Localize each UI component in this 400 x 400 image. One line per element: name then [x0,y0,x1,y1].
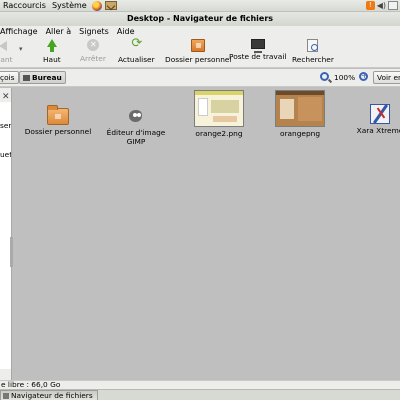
image-thumbnail [194,90,244,127]
back-arrow-icon [0,39,11,52]
location-bar: çois Bureau 100% Voir en [0,69,400,87]
up-button[interactable]: Haut [43,39,61,64]
sidebar-item[interactable]: uett [0,150,11,159]
home-folder-icon [191,39,206,52]
search-icon [307,39,319,52]
menu-raccourcis[interactable]: Raccourcis [0,0,49,11]
view-as-select[interactable]: Voir en [373,71,400,84]
window-titlebar[interactable]: Desktop - Navigateur de fichiers [0,12,400,26]
reload-icon [129,36,143,52]
desktop-icon [23,75,30,81]
stop-button[interactable]: Arrêter [80,39,106,63]
top-panel: Raccourcis Système ! ◀) [0,0,400,11]
menu-affichage[interactable]: Affichage [0,26,42,37]
file-item[interactable]: Dossier personnel [23,105,93,136]
file-name: Xara Xtreme [356,126,400,135]
home-label: Dossier personnel [165,55,232,64]
sidebar-panel: sers uett [0,102,13,369]
reload-label: Actualiser [118,55,155,64]
file-item[interactable]: orangepng [265,90,335,138]
breadcrumb-previous[interactable]: çois [0,71,19,84]
xara-icon [370,104,390,124]
back-button[interactable]: vant [0,39,13,64]
gimp-icon [126,106,146,126]
zoom-out-icon[interactable] [320,72,329,81]
file-name: orangepng [279,129,321,138]
file-item[interactable]: orange2.png [184,90,254,138]
search-label: Rechercher [292,55,334,64]
file-item[interactable]: Éditeur d'image GIMP [101,106,171,146]
volume-icon[interactable]: ◀) [377,1,386,10]
menubar: Affichage Aller à Signets Aide [0,26,400,37]
toolbar: vant ▾ Haut Arrêter Actualiser Dossier p… [0,36,400,68]
menu-systeme[interactable]: Système [49,0,90,11]
zoom-level[interactable]: 100% [334,73,355,82]
menu-signets[interactable]: Signets [75,26,113,37]
taskbar: Navigateur de fichiers [0,389,400,400]
up-arrow-icon [45,39,59,52]
file-name: orange2.png [195,129,243,138]
folder-icon [47,105,69,125]
file-manager-icon [3,393,9,399]
file-view: Dossier personnel Éditeur d'image GIMP o… [13,88,400,380]
file-item[interactable]: Xara Xtreme [345,104,400,135]
status-bar: e libre : 66,0 Go [0,380,400,389]
stop-label: Arrêter [80,54,106,63]
search-button[interactable]: Rechercher [292,39,334,64]
back-label: vant [0,55,13,64]
close-sidebar-icon[interactable]: ✕ [2,92,10,102]
home-button[interactable]: Dossier personnel [165,39,232,64]
breadcrumb-current-label: Bureau [32,73,62,82]
taskbar-window-button[interactable]: Navigateur de fichiers [0,390,98,400]
update-notifier-icon[interactable]: ! [365,1,375,10]
file-name: Dossier personnel [24,127,92,136]
mail-icon[interactable] [104,1,117,10]
taskbar-window-label: Navigateur de fichiers [11,391,93,400]
image-thumbnail [275,90,325,127]
computer-label: Poste de travail [229,52,287,61]
zoom-in-icon[interactable] [359,71,368,81]
firefox-icon[interactable] [91,0,102,11]
breadcrumb-current[interactable]: Bureau [19,71,66,84]
stop-icon [86,39,99,51]
reload-button[interactable]: Actualiser [118,36,155,64]
workspace-icon[interactable] [388,1,398,10]
file-name: Éditeur d'image GIMP [106,128,166,146]
sidebar: ✕ sers uett [0,88,13,380]
menu-aller-a[interactable]: Aller à [42,26,76,37]
computer-icon [250,39,265,53]
up-label: Haut [43,55,61,64]
computer-button[interactable]: Poste de travail [229,39,286,61]
back-history-dropdown[interactable]: ▾ [19,45,23,53]
sidebar-item[interactable]: sers [0,121,11,130]
system-tray: ! ◀) [365,0,400,11]
